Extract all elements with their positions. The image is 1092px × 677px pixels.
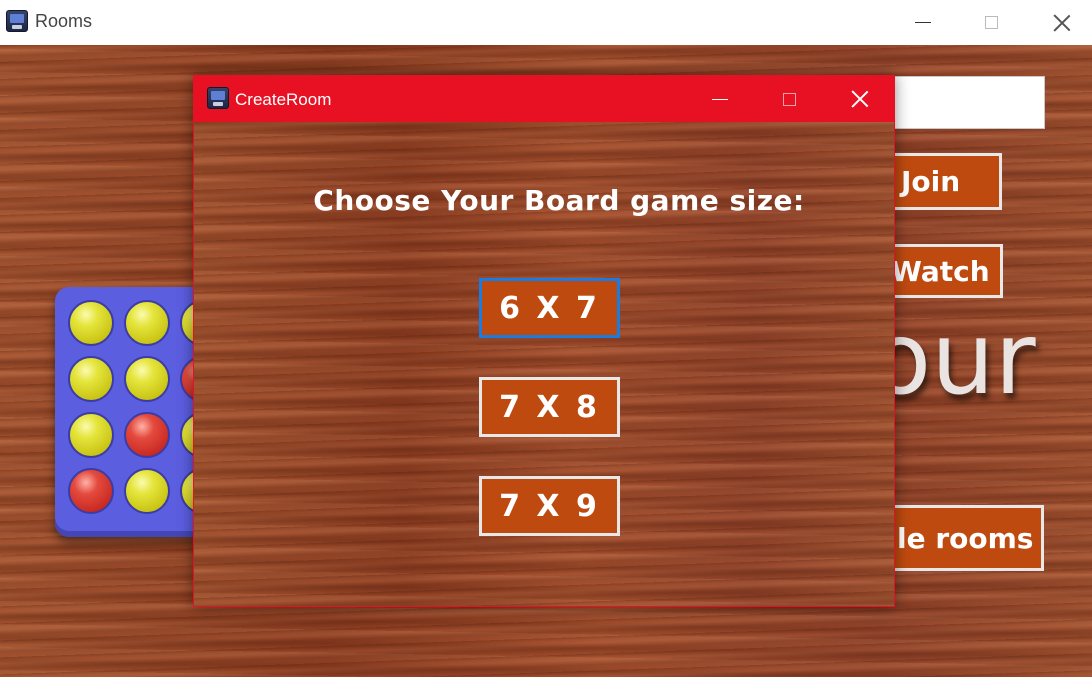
yellow-disc [68, 300, 114, 346]
rooms-button-label: le rooms [897, 521, 1034, 555]
size-7x9-button[interactable]: 7 X 9 [479, 476, 620, 536]
yellow-disc [124, 356, 170, 402]
dialog-title: CreateRoom [235, 90, 332, 109]
dialog-minimize-button[interactable] [697, 76, 743, 122]
dialog-maximize-button[interactable] [766, 76, 812, 122]
create-room-dialog: CreateRoom Choose Your Board game size: … [193, 75, 895, 607]
maximize-button[interactable] [968, 0, 1014, 45]
minimize-icon [712, 98, 728, 100]
red-disc [124, 412, 170, 458]
join-button-label: Join [901, 165, 961, 198]
dialog-title-bar[interactable]: CreateRoom [194, 76, 894, 122]
red-disc [68, 468, 114, 514]
app-icon [6, 10, 28, 32]
watch-button-label: Watch [891, 254, 990, 288]
close-icon [851, 90, 869, 108]
maximize-icon [782, 92, 796, 106]
dialog-content: Choose Your Board game size: 6 X 7 7 X 8… [194, 122, 894, 606]
close-button[interactable] [1039, 0, 1085, 45]
size-7x9-label: 7 X 9 [499, 488, 600, 524]
room-search-input[interactable] [885, 76, 1045, 129]
title-bar: Rooms [0, 0, 1092, 45]
close-icon [1053, 14, 1071, 32]
yellow-disc [124, 468, 170, 514]
yellow-disc [68, 356, 114, 402]
window-title: Rooms [35, 11, 93, 31]
app-icon [207, 87, 229, 109]
rooms-button[interactable]: le rooms [876, 505, 1044, 571]
maximize-icon [984, 16, 998, 29]
yellow-disc [68, 412, 114, 458]
board-size-heading: Choose Your Board game size: [313, 184, 805, 217]
size-7x8-button[interactable]: 7 X 8 [479, 377, 620, 437]
size-6x7-label: 6 X 7 [499, 290, 600, 326]
minimize-button[interactable] [900, 0, 946, 45]
size-6x7-button[interactable]: 6 X 7 [479, 278, 620, 338]
yellow-disc [124, 300, 170, 346]
minimize-icon [915, 22, 931, 23]
size-7x8-label: 7 X 8 [499, 389, 600, 425]
watch-button[interactable]: Watch [876, 244, 1003, 298]
dialog-close-button[interactable] [837, 76, 883, 122]
